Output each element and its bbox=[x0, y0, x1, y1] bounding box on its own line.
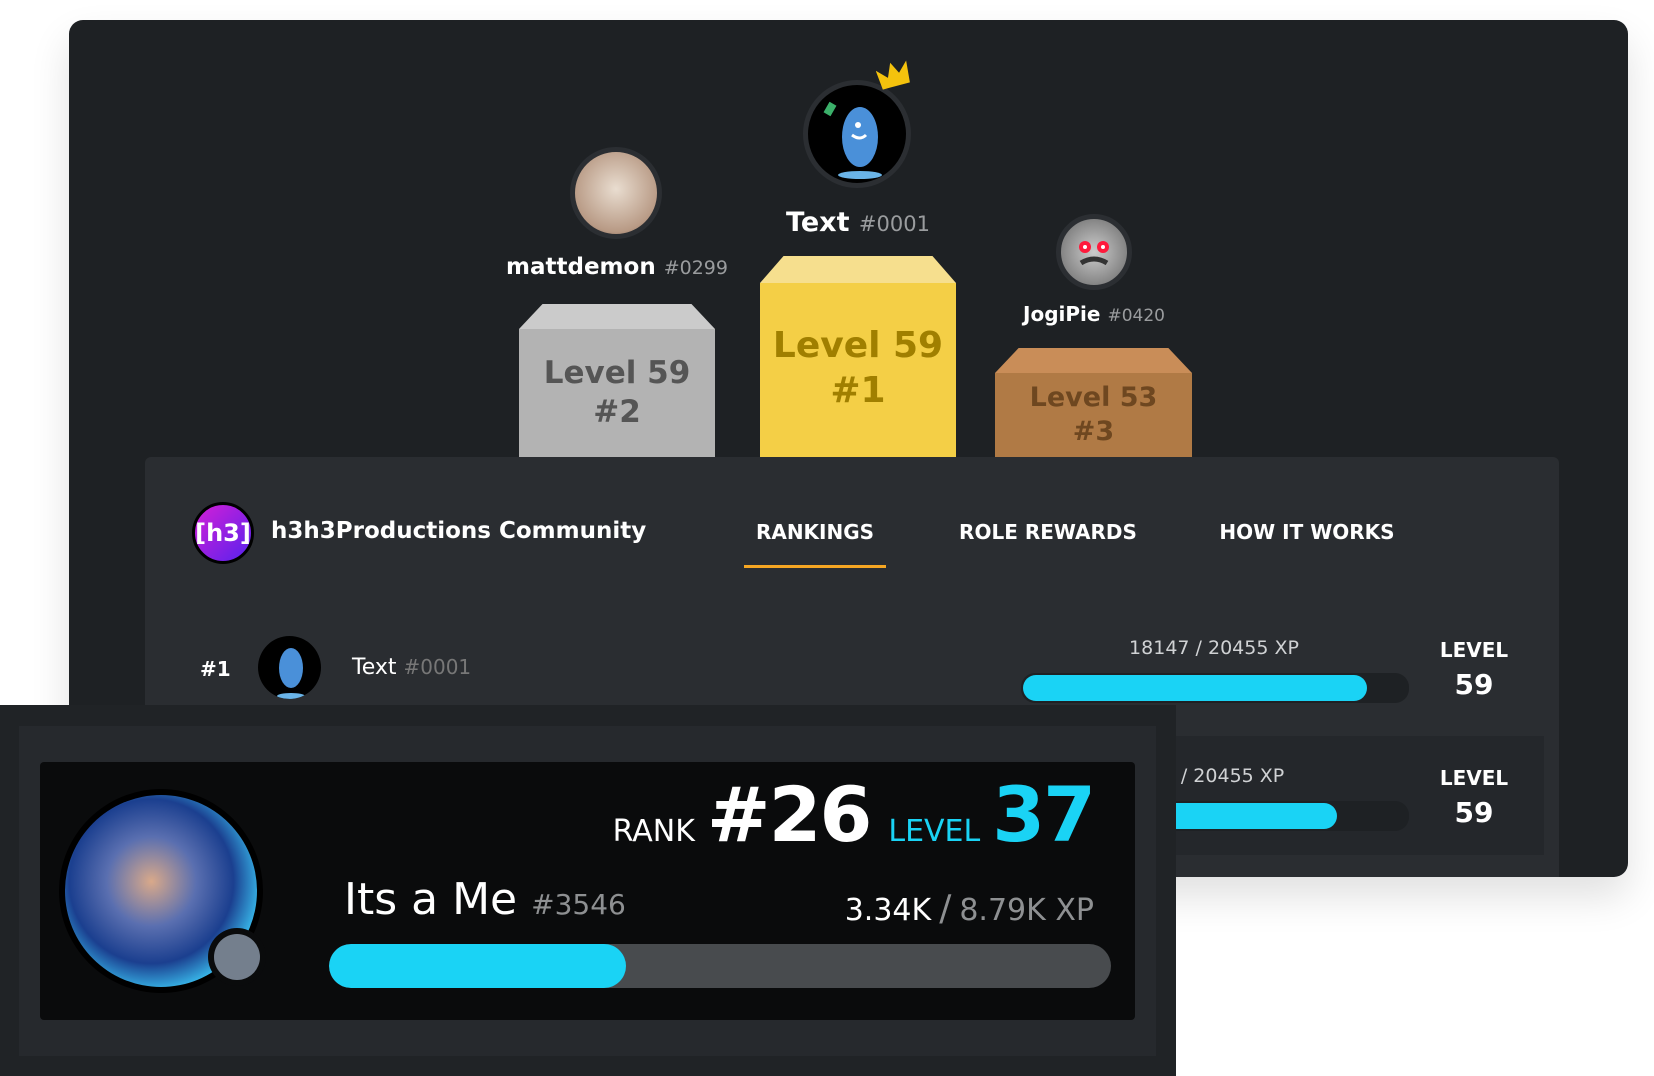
podium-level: Level 53 bbox=[1029, 382, 1158, 414]
offline-status-icon bbox=[214, 934, 260, 980]
xp-progress-bar bbox=[1021, 673, 1409, 703]
podium-top-3 bbox=[995, 348, 1192, 373]
discriminator: #0420 bbox=[1107, 306, 1165, 326]
card-xp: 3.34K / 8.79K XP bbox=[845, 888, 1094, 929]
xp-current: 3.34K bbox=[844, 893, 932, 928]
discriminator: #0001 bbox=[858, 212, 930, 236]
level-label: LEVEL bbox=[1439, 638, 1509, 662]
red-eyes-icon bbox=[1079, 241, 1109, 266]
xp-total: 8.79K XP bbox=[959, 893, 1094, 928]
podium-block-1: Level 59 #1 bbox=[760, 283, 956, 457]
podium-name-2[interactable]: mattdemon #0299 bbox=[506, 254, 728, 280]
username: mattdemon bbox=[506, 254, 656, 280]
server-logo: [h3] bbox=[192, 502, 254, 564]
jellybean-icon bbox=[277, 648, 305, 699]
username: Its a Me bbox=[344, 874, 518, 925]
rank-label: RANK bbox=[612, 814, 695, 849]
server-name: h3h3Productions Community bbox=[271, 518, 647, 544]
discriminator: #3546 bbox=[531, 888, 626, 921]
card-username: Its a Me #3546 bbox=[344, 874, 626, 925]
status-indicator bbox=[208, 928, 266, 986]
tab-underline bbox=[744, 565, 886, 568]
xp-separator: / bbox=[939, 888, 952, 929]
card-xp-progress-fill bbox=[329, 944, 627, 988]
level-value: 59 bbox=[1454, 796, 1494, 829]
logo-text: [h3] bbox=[195, 519, 251, 547]
avatar-jogipie[interactable] bbox=[1056, 214, 1132, 290]
tab-rankings[interactable]: RANKINGS bbox=[756, 520, 874, 544]
username: Text bbox=[352, 655, 397, 680]
username: JogiPie bbox=[1023, 302, 1101, 326]
podium-level: Level 59 bbox=[543, 355, 691, 392]
rank-level-display: RANK #26 LEVEL 37 bbox=[612, 770, 1096, 859]
podium-level: Level 59 bbox=[772, 325, 944, 366]
discriminator: #0299 bbox=[663, 257, 728, 279]
tab-role-rewards[interactable]: ROLE REWARDS bbox=[959, 520, 1137, 544]
row-name: Text #0001 bbox=[352, 655, 471, 680]
podium-top-1 bbox=[760, 256, 956, 283]
podium-top-2 bbox=[519, 304, 715, 329]
level-value: 37 bbox=[992, 770, 1096, 859]
podium-block-3: Level 53 #3 bbox=[995, 373, 1192, 457]
discriminator: #0001 bbox=[403, 655, 472, 679]
podium-name-1[interactable]: Text #0001 bbox=[786, 207, 930, 238]
podium-block-2: Level 59 #2 bbox=[519, 329, 715, 457]
podium-place: #2 bbox=[593, 394, 641, 430]
card-xp-progress-bar bbox=[329, 944, 1111, 988]
level-label: LEVEL bbox=[888, 814, 981, 849]
avatar-text[interactable] bbox=[803, 80, 911, 188]
podium-name-3[interactable]: JogiPie #0420 bbox=[1023, 302, 1165, 326]
level-value: 59 bbox=[1454, 668, 1494, 701]
row-rank: #1 bbox=[200, 657, 231, 681]
xp-progress-fill bbox=[1023, 675, 1368, 701]
rank-value: #26 bbox=[706, 770, 872, 859]
podium-place: #3 bbox=[1072, 416, 1115, 447]
crown-icon bbox=[876, 60, 910, 90]
tab-how-it-works[interactable]: HOW IT WORKS bbox=[1219, 520, 1394, 544]
level-label: LEVEL bbox=[1439, 766, 1509, 790]
jellybean-icon bbox=[823, 101, 882, 179]
avatar-mattdemon[interactable] bbox=[570, 147, 662, 239]
row-xp: 18147 / 20455 XP bbox=[1129, 637, 1299, 659]
row-avatar bbox=[258, 636, 321, 699]
username: Text bbox=[786, 207, 850, 238]
podium-place: #1 bbox=[830, 370, 886, 411]
